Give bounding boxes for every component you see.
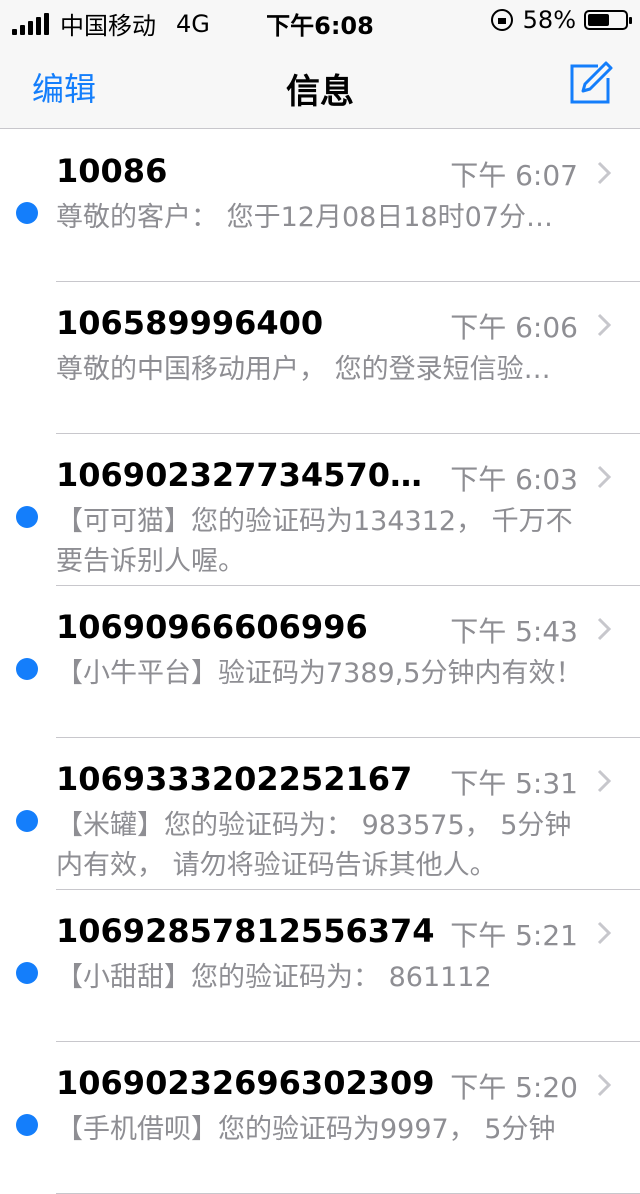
chevron-right-icon [597, 161, 612, 185]
message-preview: 【手机借呗】您的验证码为9997， 5分钟 [56, 1114, 556, 1145]
unread-indicator [16, 202, 38, 224]
chevron-right-icon [597, 313, 612, 337]
message-sender: 10690232696302309 [56, 1064, 435, 1102]
chevron-right-icon [597, 617, 612, 641]
compose-icon[interactable] [568, 60, 614, 106]
message-time: 下午 6:07 [450, 159, 578, 192]
message-time: 下午 5:20 [450, 1071, 578, 1104]
message-row[interactable]: 10690966606996 下午 5:43 【小牛平台】验证码为7389,5分钟内… [0, 586, 640, 738]
chevron-right-icon [597, 1073, 612, 1097]
rotation-lock-icon [490, 9, 513, 31]
message-time: 下午 6:06 [450, 311, 578, 344]
battery-icon [584, 10, 632, 30]
message-row[interactable]: 10690232773457091… 下午 6:03 【可可猫】您的验证码为1343… [0, 434, 640, 586]
unread-indicator [16, 506, 38, 528]
chevron-right-icon [597, 465, 612, 489]
message-list: 10086 下午 6:07 尊敬的客户： 您于12月08日18时07分… 106589… [0, 130, 640, 1194]
message-time: 下午 5:43 [450, 615, 578, 648]
chevron-right-icon [597, 921, 612, 945]
message-preview: 【小甜甜】您的验证码为： 861112 [56, 962, 492, 993]
battery-percent: 58% [522, 6, 576, 34]
message-preview: 尊敬的中国移动用户， 您的登录短信验… [56, 354, 551, 385]
message-preview: 【米罐】您的验证码为： 983575， 5分钟内有效， 请勿将验证码告诉其他人。 [56, 810, 572, 881]
message-time: 下午 5:21 [450, 919, 578, 952]
message-row[interactable]: 10692857812556374 下午 5:21 【小甜甜】您的验证码为： 861… [0, 890, 640, 1042]
message-row[interactable]: 106589996400 下午 6:06 尊敬的中国移动用户， 您的登录短信验… [0, 282, 640, 434]
unread-indicator [16, 810, 38, 832]
message-sender: 10690966606996 [56, 608, 368, 646]
message-row[interactable]: 10690232696302309 下午 5:20 【手机借呗】您的验证码为9997… [0, 1042, 640, 1194]
message-sender: 1069333202252167 [56, 760, 413, 798]
message-preview: 尊敬的客户： 您于12月08日18时07分… [56, 202, 554, 233]
message-time: 下午 6:03 [450, 463, 578, 496]
unread-indicator [16, 1114, 38, 1136]
message-sender: 10690232773457091… [56, 456, 436, 494]
unread-indicator [16, 658, 38, 680]
unread-indicator [16, 962, 38, 984]
edit-button[interactable]: 编辑 [32, 64, 96, 110]
chevron-right-icon [597, 769, 612, 793]
status-bar: 中国移动 4G 下午6:08 58% [0, 0, 640, 40]
message-sender: 10086 [56, 152, 168, 190]
message-sender: 10692857812556374 [56, 912, 435, 950]
message-time: 下午 5:31 [450, 767, 578, 800]
message-row[interactable]: 10086 下午 6:07 尊敬的客户： 您于12月08日18时07分… [0, 130, 640, 282]
status-right: 58% [490, 6, 632, 34]
navigation-bar: 编辑 信息 [0, 40, 640, 129]
message-preview: 【小牛平台】验证码为7389,5分钟内有效！ [56, 658, 583, 689]
message-sender: 106589996400 [56, 304, 324, 342]
message-row[interactable]: 1069333202252167 下午 5:31 【米罐】您的验证码为： 98357… [0, 738, 640, 890]
message-preview: 【可可猫】您的验证码为134312， 千万不要告诉别人喔。 [56, 506, 573, 577]
battery-level-fill [588, 14, 609, 26]
